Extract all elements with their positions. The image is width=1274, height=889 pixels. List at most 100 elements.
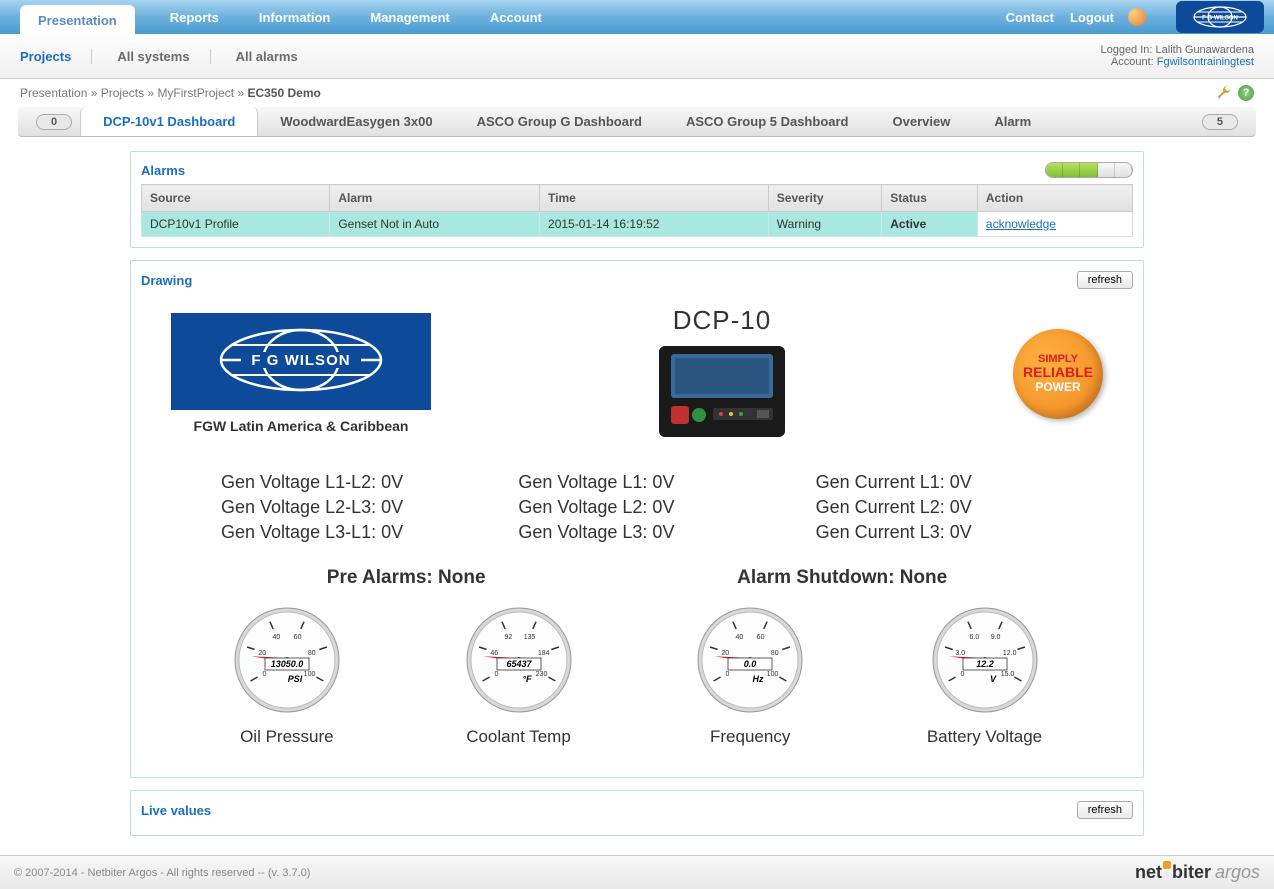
right-badge: 5	[1202, 114, 1238, 130]
help-icon[interactable]: ?	[1238, 85, 1254, 101]
svg-text:46: 46	[490, 650, 498, 657]
svg-text:12.2: 12.2	[976, 659, 994, 669]
footer: © 2007-2014 - Netbiter Argos - All right…	[0, 855, 1274, 889]
wrench-icon[interactable]	[1216, 85, 1232, 101]
svg-text:F G WILSON: F G WILSON	[1202, 16, 1238, 22]
svg-text:135: 135	[523, 634, 535, 641]
copyright-text: © 2007-2014 - Netbiter Argos - All right…	[14, 867, 310, 879]
gauge-frequency: 020406080100 0.0 Hz Frequency	[695, 605, 805, 747]
simply-reliable-power-badge: SIMPLY RELIABLE POWER	[1013, 329, 1103, 419]
alarm-row: DCP10v1 Profile Genset Not in Auto 2015-…	[142, 212, 1133, 237]
svg-text:65437: 65437	[506, 659, 532, 669]
nav-information[interactable]: Information	[259, 10, 331, 25]
tab-woodward[interactable]: WoodwardEasygen 3x00	[258, 107, 454, 136]
drawing-panel: Drawing refresh F G WILSON	[130, 260, 1144, 778]
svg-text:15.0: 15.0	[1000, 671, 1014, 678]
svg-text:100: 100	[304, 671, 316, 678]
live-values-title: Live values	[141, 803, 211, 818]
account-link[interactable]: Fgwilsontrainingtest	[1157, 56, 1254, 68]
alarms-panel: Alarms Source Alarm Time Severity Status…	[130, 151, 1144, 248]
alarm-shutdown-status: Alarm Shutdown: None	[737, 567, 947, 589]
link-logout[interactable]: Logout	[1070, 10, 1114, 25]
login-info: Logged In: Lalith Gunawardena Account: F…	[1100, 44, 1254, 68]
page-tab-row: 0 DCP-10v1 Dashboard WoodwardEasygen 3x0…	[18, 107, 1256, 137]
nav-management[interactable]: Management	[370, 10, 449, 25]
live-values-panel: Live values refresh	[130, 790, 1144, 836]
svg-text:3.0: 3.0	[955, 650, 965, 657]
gauge-battery-voltage: 03.06.09.012.015.0 12.2 V Battery Voltag…	[927, 605, 1042, 747]
svg-text:0: 0	[960, 671, 964, 678]
gauge-icon: 0 3.0 6.0 9.0 12.0 15.0 12.2 V	[930, 605, 1040, 715]
user-icon	[1128, 8, 1146, 26]
drawing-title: Drawing	[141, 273, 192, 288]
bc-myfirstproject[interactable]: MyFirstProject	[157, 86, 234, 100]
tab-dcp10v1[interactable]: DCP-10v1 Dashboard	[80, 107, 258, 136]
gauge-icon: 0 20 40 60 80 100 0.0 Hz	[695, 605, 805, 715]
values-grid: Gen Voltage L1-L2: 0V Gen Voltage L1: 0V…	[171, 472, 1103, 543]
tab-asco-g[interactable]: ASCO Group G Dashboard	[455, 107, 664, 136]
th-time: Time	[540, 185, 769, 212]
svg-text:0.0: 0.0	[744, 659, 757, 669]
refresh-button[interactable]: refresh	[1077, 271, 1133, 289]
gauge-coolant-temp: 04692135184230 65437 °F Coolant Temp	[464, 605, 574, 747]
bc-current: EC350 Demo	[247, 86, 320, 100]
acknowledge-link[interactable]: acknowledge	[977, 212, 1132, 237]
svg-text:F G WILSON: F G WILSON	[251, 352, 350, 369]
svg-text:80: 80	[308, 650, 316, 657]
svg-text:°F: °F	[522, 674, 532, 684]
tab-alarm[interactable]: Alarm	[972, 107, 1053, 136]
svg-text:92: 92	[504, 634, 512, 641]
subnav-all-systems[interactable]: All systems	[117, 49, 210, 64]
gauge-icon: 04692135184230 65437 °F	[464, 605, 574, 715]
signal-strength-icon	[1045, 162, 1133, 178]
svg-text:230: 230	[535, 671, 547, 678]
svg-text:40: 40	[272, 634, 280, 641]
tab-asco-5[interactable]: ASCO Group 5 Dashboard	[664, 107, 871, 136]
gauge-icon: 0 20 40 60 80 100 13050.0 PSI	[232, 605, 342, 715]
svg-text:60: 60	[757, 634, 765, 641]
svg-text:9.0: 9.0	[990, 634, 1000, 641]
th-severity: Severity	[768, 185, 881, 212]
svg-text:PSI: PSI	[288, 674, 303, 684]
th-alarm: Alarm	[330, 185, 540, 212]
nav-account[interactable]: Account	[490, 10, 542, 25]
subnav-all-alarms[interactable]: All alarms	[236, 49, 318, 64]
pre-alarms-status: Pre Alarms: None	[327, 567, 486, 589]
top-navbar: Presentation Reports Information Managem…	[0, 0, 1274, 34]
tab-presentation[interactable]: Presentation	[20, 5, 135, 36]
breadcrumb: Presentation » Projects » MyFirstProject…	[0, 79, 1274, 107]
svg-text:Hz: Hz	[753, 674, 764, 684]
refresh-button-live[interactable]: refresh	[1077, 801, 1133, 819]
dcp-device-icon	[657, 344, 787, 439]
svg-text:12.0: 12.0	[1002, 650, 1016, 657]
bc-projects[interactable]: Projects	[101, 86, 144, 100]
svg-text:0: 0	[726, 671, 730, 678]
sub-navbar: Projects All systems All alarms Logged I…	[0, 34, 1274, 79]
left-badge: 0	[36, 114, 72, 130]
alarms-title: Alarms	[141, 163, 185, 178]
footer-brand: netbiterargos	[1135, 862, 1260, 883]
bc-presentation[interactable]: Presentation	[20, 86, 87, 100]
th-status: Status	[882, 185, 978, 212]
nav-reports[interactable]: Reports	[170, 10, 219, 25]
svg-text:13050.0: 13050.0	[271, 659, 304, 669]
svg-text:40: 40	[736, 634, 744, 641]
th-source: Source	[142, 185, 330, 212]
svg-text:80: 80	[771, 650, 779, 657]
svg-text:6.0: 6.0	[969, 634, 979, 641]
svg-text:184: 184	[537, 650, 549, 657]
svg-text:20: 20	[258, 650, 266, 657]
svg-text:20: 20	[722, 650, 730, 657]
link-contact[interactable]: Contact	[1006, 10, 1054, 25]
fgw-logo-block: F G WILSON FGW Latin America & Caribbean	[171, 313, 431, 434]
gauge-oil-pressure: 020406080100 13050.0 PSI Oil Pressure	[232, 605, 342, 747]
svg-text:100: 100	[767, 671, 779, 678]
brand-logo: F G WILSON	[1176, 1, 1264, 33]
svg-text:V: V	[989, 674, 996, 684]
subnav-projects[interactable]: Projects	[20, 49, 92, 64]
svg-text:60: 60	[294, 634, 302, 641]
th-action: Action	[977, 185, 1132, 212]
alarm-table: Source Alarm Time Severity Status Action…	[141, 184, 1133, 237]
svg-text:0: 0	[262, 671, 266, 678]
tab-overview[interactable]: Overview	[871, 107, 973, 136]
